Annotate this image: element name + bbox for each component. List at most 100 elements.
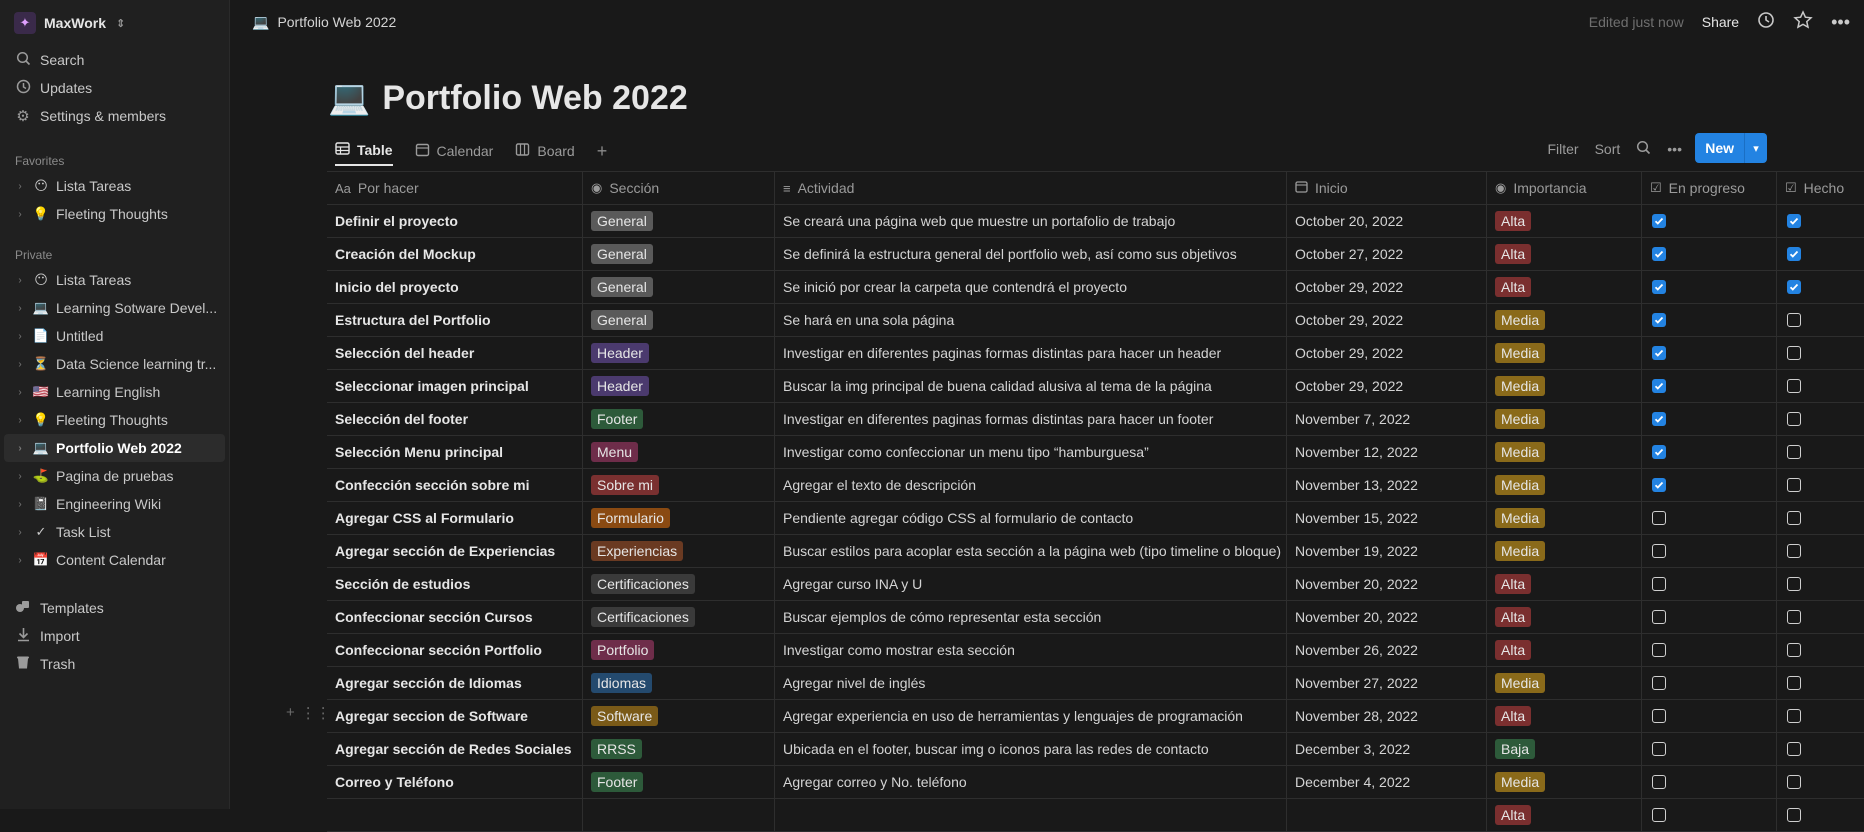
cell-importancia[interactable]: Media (1487, 502, 1642, 534)
cell-seccion[interactable]: RRSS (583, 733, 775, 765)
cell-actividad[interactable]: Buscar ejemplos de cómo representar esta… (775, 601, 1287, 633)
tab-board[interactable]: Board (515, 136, 575, 166)
cell-actividad[interactable]: Buscar la img principal de buena calidad… (775, 370, 1287, 402)
cell-seccion[interactable] (583, 799, 775, 831)
table-row[interactable]: Agregar seccion de Software Software Agreg… (327, 700, 1864, 733)
cell-importancia[interactable]: Alta (1487, 238, 1642, 270)
cell-inicio[interactable]: October 29, 2022 (1287, 370, 1487, 402)
sidebar-page-task-list[interactable]: › ✓ Task List (4, 518, 225, 546)
cell-name[interactable]: Agregar CSS al Formulario (327, 502, 583, 534)
sidebar-page-data-science-learning-tr[interactable]: › ⏳ Data Science learning tr... (4, 350, 225, 378)
cell-importancia[interactable]: Alta (1487, 568, 1642, 600)
cell-name[interactable]: Sección de estudios (327, 568, 583, 600)
chevron-right-icon[interactable]: › (14, 275, 26, 286)
cell-name[interactable]: Creación del Mockup (327, 238, 583, 270)
table-row[interactable]: Alta (327, 799, 1864, 832)
cell-importancia[interactable]: Media (1487, 304, 1642, 336)
cell-actividad[interactable]: Agregar el texto de descripción (775, 469, 1287, 501)
page-title-text[interactable]: Portfolio Web 2022 (382, 79, 687, 118)
table-row[interactable]: Definir el proyecto General Se creará una … (327, 205, 1864, 238)
table-row[interactable]: Agregar sección de Experiencias Experienc… (327, 535, 1864, 568)
cell-seccion[interactable]: Software (583, 700, 775, 732)
page-title[interactable]: 💻 Portfolio Web 2022 (328, 78, 688, 118)
cell-seccion[interactable]: Sobre mi (583, 469, 775, 501)
column-header-importancia[interactable]: ◉ Importancia (1487, 172, 1642, 204)
cell-actividad[interactable]: Ubicada en el footer, buscar img o icono… (775, 733, 1287, 765)
sidebar-page-fleeting-thoughts[interactable]: › 💡 Fleeting Thoughts (4, 406, 225, 434)
filter-button[interactable]: Filter (1547, 141, 1578, 157)
done-checkbox[interactable] (1787, 346, 1801, 360)
done-checkbox[interactable] (1787, 313, 1801, 327)
done-checkbox[interactable] (1787, 280, 1801, 294)
chevron-right-icon[interactable]: › (14, 181, 26, 192)
add-view-icon[interactable]: + (597, 141, 608, 162)
cell-importancia[interactable]: Alta (1487, 799, 1642, 831)
table-row[interactable]: Confección sección sobre mi Sobre mi Agreg… (327, 469, 1864, 502)
cell-seccion[interactable]: Footer (583, 766, 775, 798)
cell-actividad[interactable]: Buscar estilos para acoplar esta sección… (775, 535, 1287, 567)
chevron-right-icon[interactable]: › (14, 387, 26, 398)
chevron-right-icon[interactable]: › (14, 443, 26, 454)
sidebar-import[interactable]: Import (0, 622, 229, 650)
cell-inicio[interactable]: November 27, 2022 (1287, 667, 1487, 699)
cell-importancia[interactable]: Alta (1487, 700, 1642, 732)
in-progress-checkbox[interactable] (1652, 643, 1666, 657)
done-checkbox[interactable] (1787, 247, 1801, 261)
in-progress-checkbox[interactable] (1652, 445, 1666, 459)
cell-inicio[interactable]: October 29, 2022 (1287, 271, 1487, 303)
cell-inicio[interactable] (1287, 799, 1487, 831)
column-header-inicio[interactable]: Inicio (1287, 172, 1487, 204)
cell-actividad[interactable]: Investigar en diferentes paginas formas … (775, 337, 1287, 369)
table-row[interactable]: Correo y Teléfono Footer Agregar correo y … (327, 766, 1864, 799)
cell-actividad[interactable]: Investigar como confeccionar un menu tip… (775, 436, 1287, 468)
column-header-name[interactable]: Aa Por hacer (327, 172, 583, 204)
cell-seccion[interactable]: Menu (583, 436, 775, 468)
in-progress-checkbox[interactable] (1652, 742, 1666, 756)
cell-seccion[interactable]: General (583, 271, 775, 303)
cell-inicio[interactable]: November 26, 2022 (1287, 634, 1487, 666)
sidebar-search[interactable]: Search (0, 46, 229, 74)
cell-name[interactable]: Inicio del proyecto (327, 271, 583, 303)
done-checkbox[interactable] (1787, 511, 1801, 525)
cell-actividad[interactable]: Agregar nivel de inglés (775, 667, 1287, 699)
table-row[interactable]: Confeccionar sección Cursos Certificacion… (327, 601, 1864, 634)
cell-name[interactable]: Selección Menu principal (327, 436, 583, 468)
table-row[interactable]: Selección del footer Footer Investigar en … (327, 403, 1864, 436)
done-checkbox[interactable] (1787, 412, 1801, 426)
column-header-progreso[interactable]: ☑ En progreso (1642, 172, 1777, 204)
cell-actividad[interactable]: Agregar curso INA y U (775, 568, 1287, 600)
done-checkbox[interactable] (1787, 379, 1801, 393)
history-icon[interactable] (1757, 11, 1775, 34)
cell-inicio[interactable]: December 4, 2022 (1287, 766, 1487, 798)
cell-seccion[interactable]: Certificaciones (583, 568, 775, 600)
in-progress-checkbox[interactable] (1652, 247, 1666, 261)
cell-actividad[interactable]: Agregar correo y No. teléfono (775, 766, 1287, 798)
cell-actividad[interactable]: Se definirá la estructura general del po… (775, 238, 1287, 270)
sidebar-updates[interactable]: Updates (0, 74, 229, 102)
chevron-right-icon[interactable]: › (14, 415, 26, 426)
cell-seccion[interactable]: Header (583, 370, 775, 402)
chevron-right-icon[interactable]: › (14, 555, 26, 566)
table-row[interactable]: Creación del Mockup General Se definirá la… (327, 238, 1864, 271)
cell-name[interactable]: Agregar sección de Experiencias (327, 535, 583, 567)
search-icon[interactable] (1636, 140, 1651, 158)
in-progress-checkbox[interactable] (1652, 379, 1666, 393)
cell-actividad[interactable]: Pendiente agregar código CSS al formular… (775, 502, 1287, 534)
cell-importancia[interactable]: Alta (1487, 601, 1642, 633)
cell-importancia[interactable]: Media (1487, 667, 1642, 699)
in-progress-checkbox[interactable] (1652, 346, 1666, 360)
cell-name[interactable]: Agregar seccion de Software (327, 700, 583, 732)
chevron-right-icon[interactable]: › (14, 303, 26, 314)
table-row[interactable]: Agregar sección de Redes Sociales RRSS Ubi… (327, 733, 1864, 766)
share-button[interactable]: Share (1702, 14, 1739, 30)
cell-seccion[interactable]: Certificaciones (583, 601, 775, 633)
sidebar-trash[interactable]: Trash (0, 650, 229, 678)
chevron-right-icon[interactable]: › (14, 471, 26, 482)
cell-inicio[interactable]: November 12, 2022 (1287, 436, 1487, 468)
cell-seccion[interactable]: Header (583, 337, 775, 369)
done-checkbox[interactable] (1787, 577, 1801, 591)
in-progress-checkbox[interactable] (1652, 280, 1666, 294)
cell-actividad[interactable]: Se hará en una sola página (775, 304, 1287, 336)
page-emoji-icon[interactable]: 💻 (328, 78, 370, 118)
cell-name[interactable]: Confeccionar sección Cursos (327, 601, 583, 633)
